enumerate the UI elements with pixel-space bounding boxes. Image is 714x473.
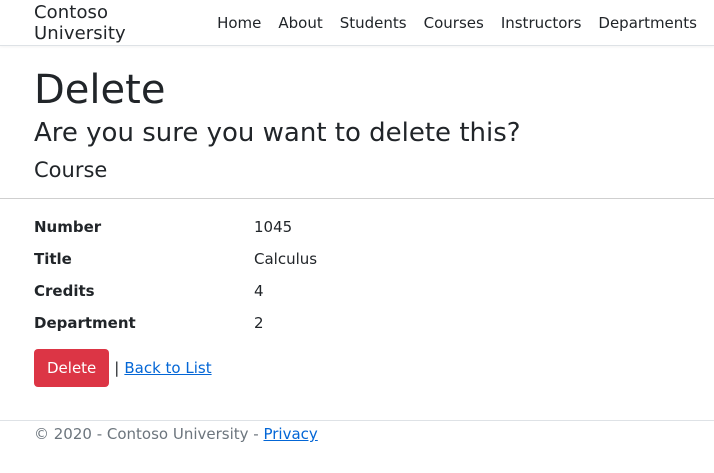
action-separator: | [114,359,120,377]
main-content: Delete Are you sure you want to delete t… [0,46,714,387]
label-title: Title [34,250,72,268]
nav-instructors[interactable]: Instructors [501,14,582,32]
divider [0,198,714,199]
value-title: Calculus [254,250,318,268]
confirm-heading: Are you sure you want to delete this? [34,118,521,148]
navbar: Contoso University Home About Students C… [0,0,714,46]
details-list: Number 1045 Title Calculus Credits 4 Dep… [34,217,714,333]
footer-text: © 2020 - Contoso University - [34,425,264,443]
nav-about[interactable]: About [278,14,322,32]
delete-button[interactable]: Delete [34,349,110,387]
value-credits: 4 [254,282,264,300]
label-number: Number [34,218,102,236]
form-actions: Delete | Back to List [34,349,714,387]
value-number: 1045 [254,218,293,236]
back-to-list-link[interactable]: Back to List [124,359,211,377]
nav-home[interactable]: Home [217,14,261,32]
entity-heading: Course [34,158,108,182]
label-credits: Credits [34,282,95,300]
value-department: 2 [254,314,264,332]
label-department: Department [34,314,136,332]
nav-departments[interactable]: Departments [598,14,697,32]
privacy-link[interactable]: Privacy [263,425,317,443]
brand-link[interactable]: Contoso University [34,2,193,44]
main-nav: Home About Students Courses Instructors … [217,14,714,32]
footer: © 2020 - Contoso University - Privacy [0,420,714,443]
nav-courses[interactable]: Courses [424,14,484,32]
page-title: Delete [34,67,166,113]
nav-students[interactable]: Students [340,14,407,32]
